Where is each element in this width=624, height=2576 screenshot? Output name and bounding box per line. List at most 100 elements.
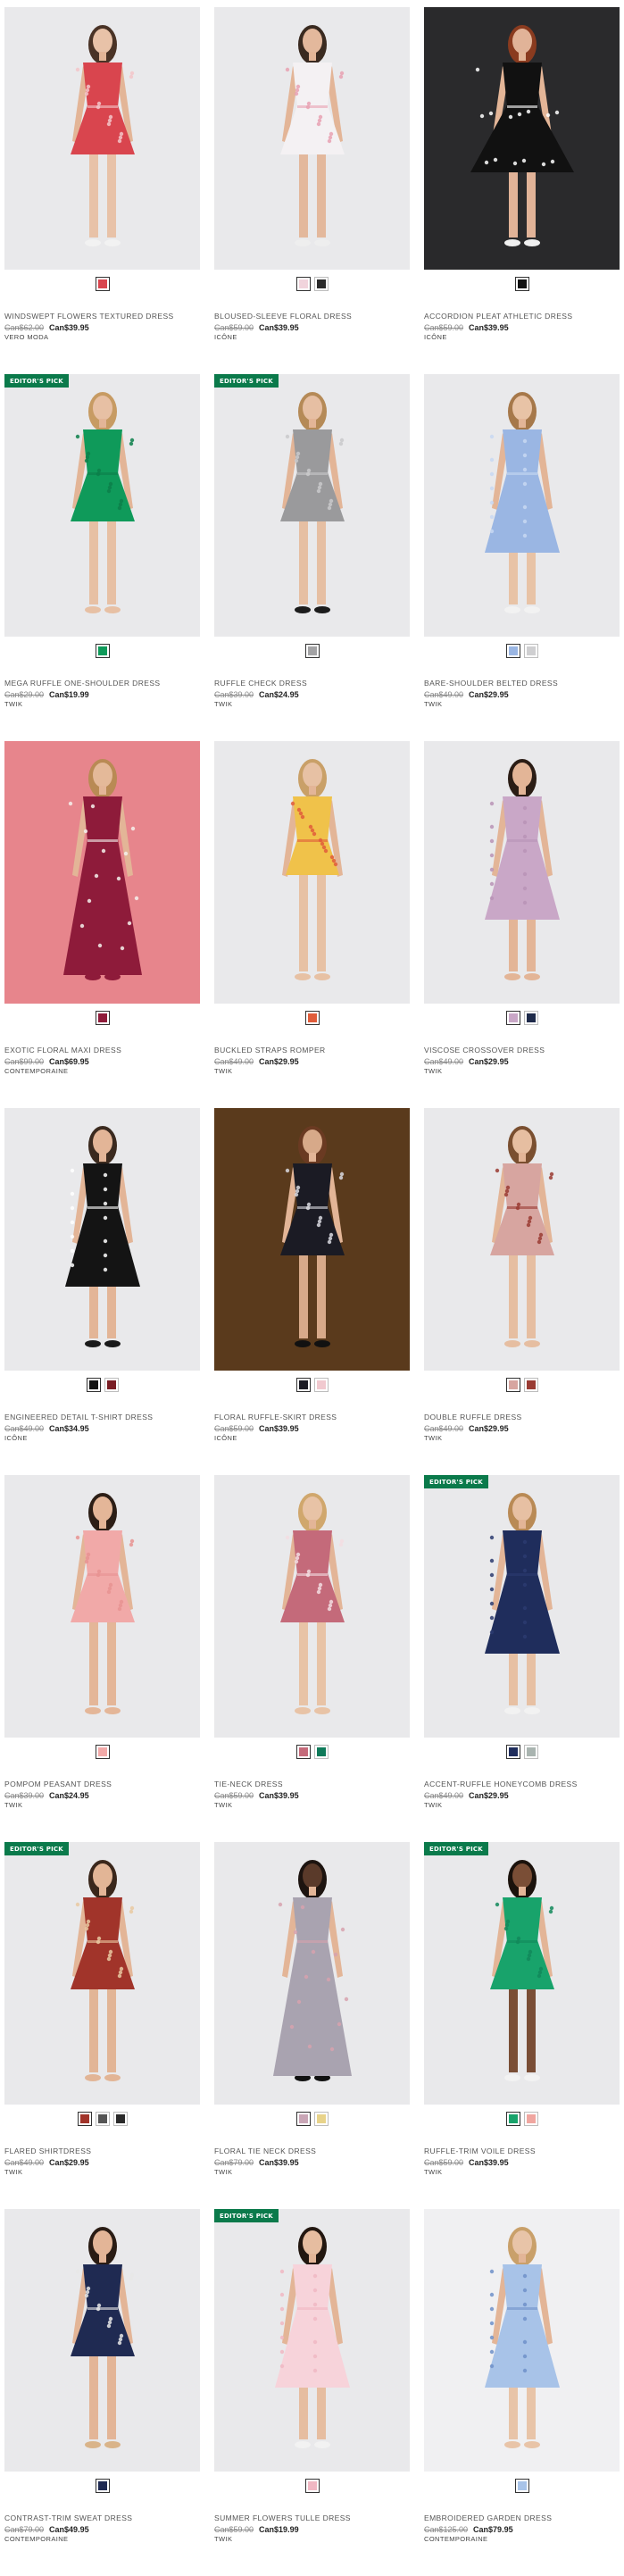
product-card[interactable]: BUCKLED STRAPS ROMPER Can$49.00 Can$29.95…	[214, 741, 410, 1108]
product-name[interactable]: RUFFLE-TRIM VOILE DRESS	[424, 2147, 620, 2156]
product-card[interactable]: FLORAL RUFFLE-SKIRT DRESS Can$59.00 Can$3…	[214, 1108, 410, 1475]
color-swatch[interactable]	[523, 644, 538, 658]
color-swatch[interactable]	[304, 2479, 320, 2493]
product-name[interactable]: EXOTIC FLORAL MAXI DRESS	[4, 1046, 200, 1055]
product-name[interactable]: BLOUSED-SLEEVE FLORAL DRESS	[214, 312, 410, 321]
product-card[interactable]: EDITOR'S PICK SUMMER FLOWERS TULLE DRESS…	[214, 2209, 410, 2576]
color-swatch[interactable]	[313, 1378, 329, 1392]
product-card[interactable]: DOUBLE RUFFLE DRESS Can$49.00 Can$29.95 T…	[424, 1108, 620, 1475]
product-card[interactable]: EMBROIDERED GARDEN DRESS Can$125.00 Can$7…	[424, 2209, 620, 2576]
color-swatch[interactable]	[505, 1745, 520, 1759]
product-image[interactable]: EDITOR'S PICK	[4, 374, 200, 637]
product-image[interactable]	[4, 1108, 200, 1371]
product-image[interactable]: EDITOR'S PICK	[4, 1842, 200, 2105]
product-card[interactable]: EDITOR'S PICK MEGA RUFFLE ONE-SHOULDER D…	[4, 374, 200, 741]
color-swatch[interactable]	[104, 1378, 119, 1392]
product-image[interactable]	[4, 741, 200, 1004]
product-card[interactable]: EDITOR'S PICK RUFFLE CHECK DRESS Can$39.…	[214, 374, 410, 741]
color-swatch[interactable]	[523, 1745, 538, 1759]
product-name[interactable]: DOUBLE RUFFLE DRESS	[424, 1413, 620, 1422]
product-name[interactable]: SUMMER FLOWERS TULLE DRESS	[214, 2513, 410, 2523]
color-swatch[interactable]	[514, 2479, 529, 2493]
product-name[interactable]: RUFFLE CHECK DRESS	[214, 679, 410, 688]
product-card[interactable]: EDITOR'S PICK RUFFLE-TRIM VOILE DRESS Ca…	[424, 1842, 620, 2209]
color-swatch[interactable]	[304, 1011, 320, 1025]
color-swatch[interactable]	[523, 1011, 538, 1025]
color-swatch[interactable]	[112, 2112, 128, 2126]
color-swatch[interactable]	[505, 2112, 520, 2126]
color-swatch[interactable]	[313, 277, 329, 291]
product-image[interactable]: EDITOR'S PICK	[214, 374, 410, 637]
color-swatch[interactable]	[95, 2112, 110, 2126]
color-swatch[interactable]	[505, 1011, 520, 1025]
product-name[interactable]: VISCOSE CROSSOVER DRESS	[424, 1046, 620, 1055]
product-image[interactable]	[4, 1475, 200, 1738]
color-swatch[interactable]	[304, 644, 320, 658]
product-image[interactable]	[214, 1842, 410, 2105]
product-image[interactable]	[214, 1475, 410, 1738]
product-card[interactable]: BARE-SHOULDER BELTED DRESS Can$49.00 Can$…	[424, 374, 620, 741]
product-image[interactable]	[424, 374, 620, 637]
product-name[interactable]: WINDSWEPT FLOWERS TEXTURED DRESS	[4, 312, 200, 321]
product-name[interactable]: FLORAL TIE NECK DRESS	[214, 2147, 410, 2156]
color-swatch[interactable]	[95, 1011, 110, 1025]
color-swatch[interactable]	[77, 2112, 92, 2126]
product-image[interactable]: EDITOR'S PICK	[424, 1842, 620, 2105]
product-card[interactable]: TIE-NECK DRESS Can$59.00 Can$39.95 TWIK	[214, 1475, 410, 1842]
product-name[interactable]: EMBROIDERED GARDEN DRESS	[424, 2513, 620, 2523]
color-swatch[interactable]	[86, 1378, 101, 1392]
color-swatch[interactable]	[313, 2112, 329, 2126]
color-swatch[interactable]	[95, 1745, 110, 1759]
color-swatch[interactable]	[523, 2112, 538, 2126]
model-photo	[424, 7, 620, 270]
product-card[interactable]: CONTRAST-TRIM SWEAT DRESS Can$79.00 Can$4…	[4, 2209, 200, 2576]
product-name[interactable]: ACCENT-RUFFLE HONEYCOMB DRESS	[424, 1780, 620, 1789]
product-image[interactable]	[214, 7, 410, 270]
color-swatch[interactable]	[505, 1378, 520, 1392]
product-image[interactable]	[4, 7, 200, 270]
color-swatches	[4, 1378, 200, 1392]
product-card[interactable]: ACCORDION PLEAT ATHLETIC DRESS Can$59.00…	[424, 7, 620, 374]
color-swatch[interactable]	[514, 277, 529, 291]
product-name[interactable]: TIE-NECK DRESS	[214, 1780, 410, 1789]
product-name[interactable]: ENGINEERED DETAIL T-SHIRT DRESS	[4, 1413, 200, 1422]
product-name[interactable]: FLORAL RUFFLE-SKIRT DRESS	[214, 1413, 410, 1422]
product-image[interactable]	[424, 2209, 620, 2472]
product-card[interactable]: VISCOSE CROSSOVER DRESS Can$49.00 Can$29.…	[424, 741, 620, 1108]
color-swatch[interactable]	[95, 2479, 110, 2493]
product-card[interactable]: FLORAL TIE NECK DRESS Can$79.00 Can$39.95…	[214, 1842, 410, 2209]
product-image[interactable]	[424, 741, 620, 1004]
product-name[interactable]: FLARED SHIRTDRESS	[4, 2147, 200, 2156]
product-card[interactable]: POMPOM PEASANT DRESS Can$39.00 Can$24.95 …	[4, 1475, 200, 1842]
product-name[interactable]: MEGA RUFFLE ONE-SHOULDER DRESS	[4, 679, 200, 688]
product-name[interactable]: POMPOM PEASANT DRESS	[4, 1780, 200, 1789]
color-swatch[interactable]	[295, 1378, 311, 1392]
color-swatch[interactable]	[313, 1745, 329, 1759]
color-swatch[interactable]	[295, 277, 311, 291]
product-image[interactable]	[424, 1108, 620, 1371]
color-swatch[interactable]	[95, 277, 110, 291]
product-card[interactable]: ENGINEERED DETAIL T-SHIRT DRESS Can$49.0…	[4, 1108, 200, 1475]
product-name[interactable]: ACCORDION PLEAT ATHLETIC DRESS	[424, 312, 620, 321]
brand-name: TWIK	[424, 1067, 443, 1076]
product-image[interactable]	[4, 2209, 200, 2472]
product-image[interactable]: EDITOR'S PICK	[424, 1475, 620, 1738]
product-name[interactable]: BARE-SHOULDER BELTED DRESS	[424, 679, 620, 688]
product-card[interactable]: EDITOR'S PICK ACCENT-RUFFLE HONEYCOMB DR…	[424, 1475, 620, 1842]
product-card[interactable]: WINDSWEPT FLOWERS TEXTURED DRESS Can$62.…	[4, 7, 200, 374]
color-swatch[interactable]	[505, 644, 520, 658]
color-swatch[interactable]	[295, 1745, 311, 1759]
product-card[interactable]: EDITOR'S PICK FLARED SHIRTDRESS Can$49.0…	[4, 1842, 200, 2209]
color-swatch[interactable]	[523, 1378, 538, 1392]
swatch-color	[316, 1380, 326, 1389]
product-image[interactable]: EDITOR'S PICK	[214, 2209, 410, 2472]
product-card[interactable]: EXOTIC FLORAL MAXI DRESS Can$99.00 Can$69…	[4, 741, 200, 1108]
product-name[interactable]: CONTRAST-TRIM SWEAT DRESS	[4, 2513, 200, 2523]
product-name[interactable]: BUCKLED STRAPS ROMPER	[214, 1046, 410, 1055]
product-card[interactable]: BLOUSED-SLEEVE FLORAL DRESS Can$59.00 Can…	[214, 7, 410, 374]
product-image[interactable]	[214, 1108, 410, 1371]
color-swatch[interactable]	[95, 644, 110, 658]
product-image[interactable]	[214, 741, 410, 1004]
color-swatch[interactable]	[295, 2112, 311, 2126]
product-image[interactable]	[424, 7, 620, 270]
